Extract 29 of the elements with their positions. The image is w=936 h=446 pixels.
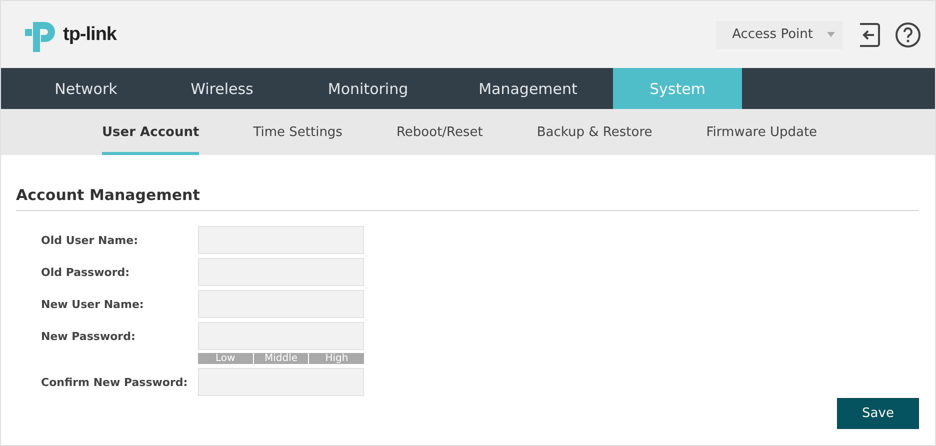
- nav-tab[interactable]: Wireless: [151, 68, 293, 109]
- strength-segment: Middle: [254, 353, 308, 364]
- caret-icon: [827, 32, 835, 37]
- input-field[interactable]: [198, 368, 364, 396]
- help-icon[interactable]: [895, 22, 921, 48]
- input-field[interactable]: [198, 322, 364, 350]
- input-field[interactable]: [198, 226, 364, 254]
- sub-tab[interactable]: Reboot/Reset: [396, 109, 483, 155]
- section-title: Account Management: [16, 186, 919, 211]
- sub-tab[interactable]: Firmware Update: [706, 109, 818, 155]
- field-label: Old Password:: [41, 266, 131, 278]
- nav-tab[interactable]: Network: [21, 68, 151, 109]
- field-label: New User Name:: [41, 298, 145, 310]
- input-field[interactable]: [198, 290, 364, 318]
- sub-tab[interactable]: Backup & Restore: [536, 109, 652, 155]
- strength-segment: High: [309, 353, 364, 364]
- nav-tab[interactable]: Monitoring: [293, 68, 443, 109]
- strength-segment: Low: [198, 353, 253, 364]
- sub-tab[interactable]: Time Settings: [253, 109, 342, 155]
- logout-icon[interactable]: [857, 22, 881, 48]
- sub-tab[interactable]: User Account: [102, 109, 200, 155]
- save-button[interactable]: Save: [837, 398, 919, 429]
- nav-tab[interactable]: Management: [443, 68, 613, 109]
- brand-name: tp-link: [63, 24, 116, 46]
- field-label: Confirm New Password:: [41, 376, 189, 388]
- field-label: New Password:: [41, 330, 136, 342]
- input-field[interactable]: [198, 258, 364, 286]
- field-label: Old User Name:: [41, 234, 139, 246]
- mode-dropdown[interactable]: Access Point: [716, 20, 843, 48]
